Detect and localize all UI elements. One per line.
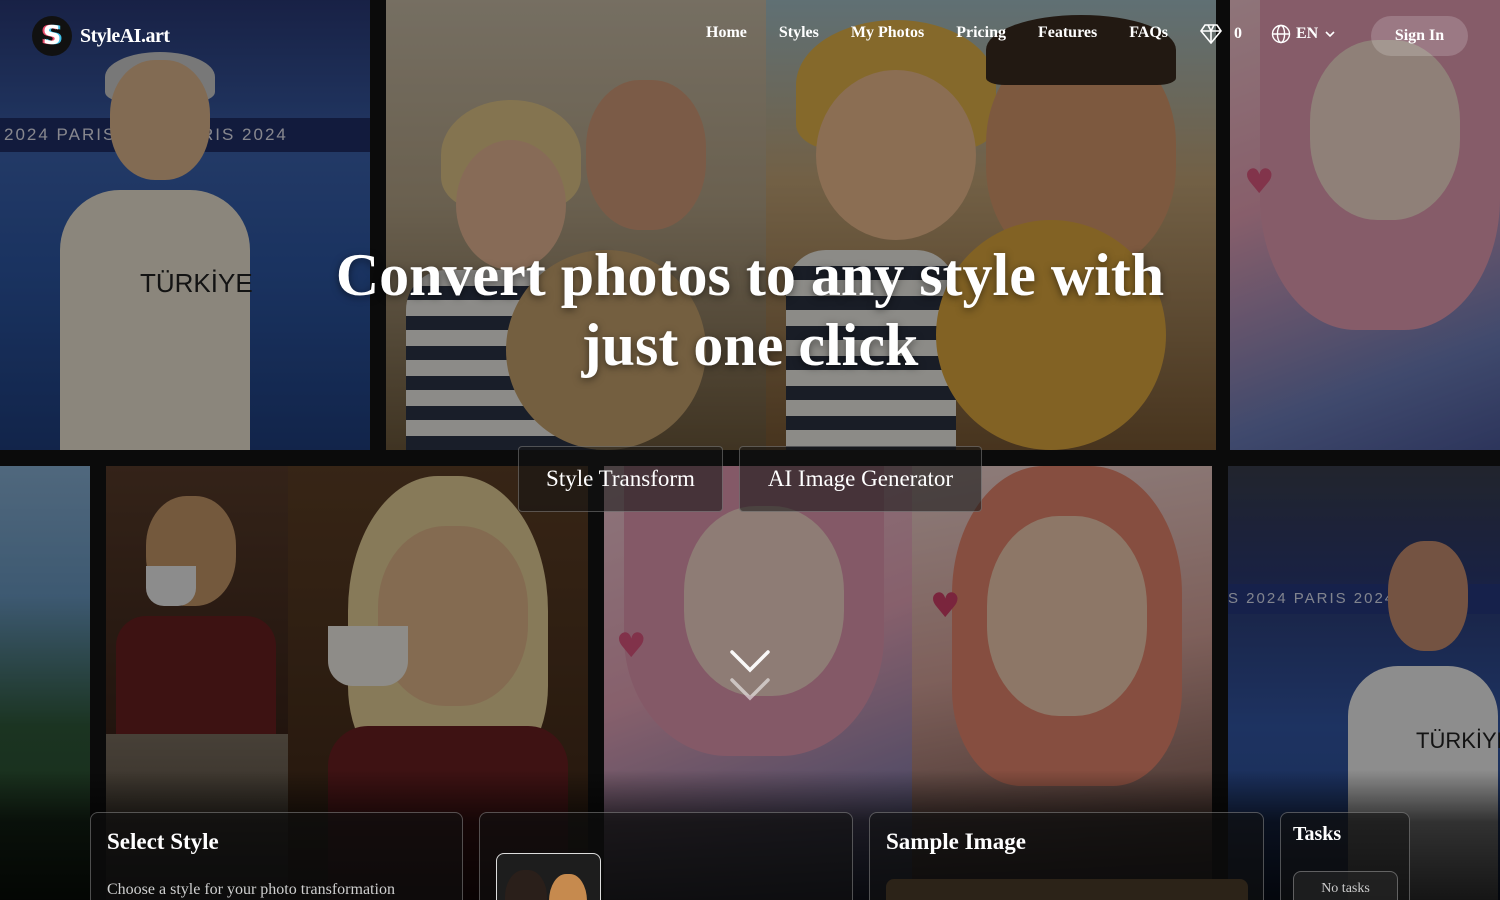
nav-link-my-photos[interactable]: My Photos xyxy=(851,24,924,42)
hero-title: Convert photos to any style with just on… xyxy=(250,240,1250,380)
tasks-panel: Tasks No tasks xyxy=(1280,812,1410,900)
credits-count: 0 xyxy=(1234,25,1242,42)
uploaded-photo-thumbnail[interactable] xyxy=(496,853,601,900)
select-style-subtitle: Choose a style for your photo transforma… xyxy=(107,881,395,898)
nav-link-features[interactable]: Features xyxy=(1038,24,1097,42)
sample-image-panel: Sample Image xyxy=(869,812,1264,900)
sample-image-preview[interactable] xyxy=(886,879,1248,900)
style-transform-button[interactable]: Style Transform xyxy=(518,446,723,512)
brand-name: StyleAI.art xyxy=(80,24,170,47)
chevron-down-icon xyxy=(1325,31,1335,38)
logo-icon: S xyxy=(32,16,72,56)
no-tasks-message: No tasks xyxy=(1293,871,1398,900)
language-code: EN xyxy=(1296,25,1319,42)
upload-photo-panel xyxy=(479,812,853,900)
brand-logo-link[interactable]: S StyleAI.art xyxy=(32,16,170,56)
select-style-title: Select Style xyxy=(107,829,219,854)
scroll-down-icon[interactable] xyxy=(728,648,772,708)
top-navigation: S StyleAI.art Home Styles My Photos Pric… xyxy=(0,0,1500,72)
nav-links: Home Styles My Photos Pricing Features F… xyxy=(706,24,1200,42)
showcase-image-tea-man-cartoon xyxy=(106,466,288,734)
hero-title-line-2: just one click xyxy=(581,312,919,378)
diamond-icon xyxy=(1200,24,1222,44)
globe-icon xyxy=(1271,24,1291,44)
sign-in-button[interactable]: Sign In xyxy=(1371,16,1468,56)
select-style-panel: Select Style Choose a style for your pho… xyxy=(90,812,463,900)
nav-link-styles[interactable]: Styles xyxy=(779,24,819,42)
nav-link-faqs[interactable]: FAQs xyxy=(1129,24,1168,42)
tasks-title: Tasks xyxy=(1293,823,1342,845)
sample-image-title: Sample Image xyxy=(886,829,1026,854)
hero-title-line-1: Convert photos to any style with xyxy=(335,242,1165,308)
language-selector[interactable]: EN xyxy=(1271,24,1337,44)
ai-image-generator-button[interactable]: AI Image Generator xyxy=(739,446,982,512)
nav-link-home[interactable]: Home xyxy=(706,24,747,42)
credits-indicator[interactable]: 0 xyxy=(1200,24,1242,44)
nav-link-pricing[interactable]: Pricing xyxy=(956,24,1006,42)
